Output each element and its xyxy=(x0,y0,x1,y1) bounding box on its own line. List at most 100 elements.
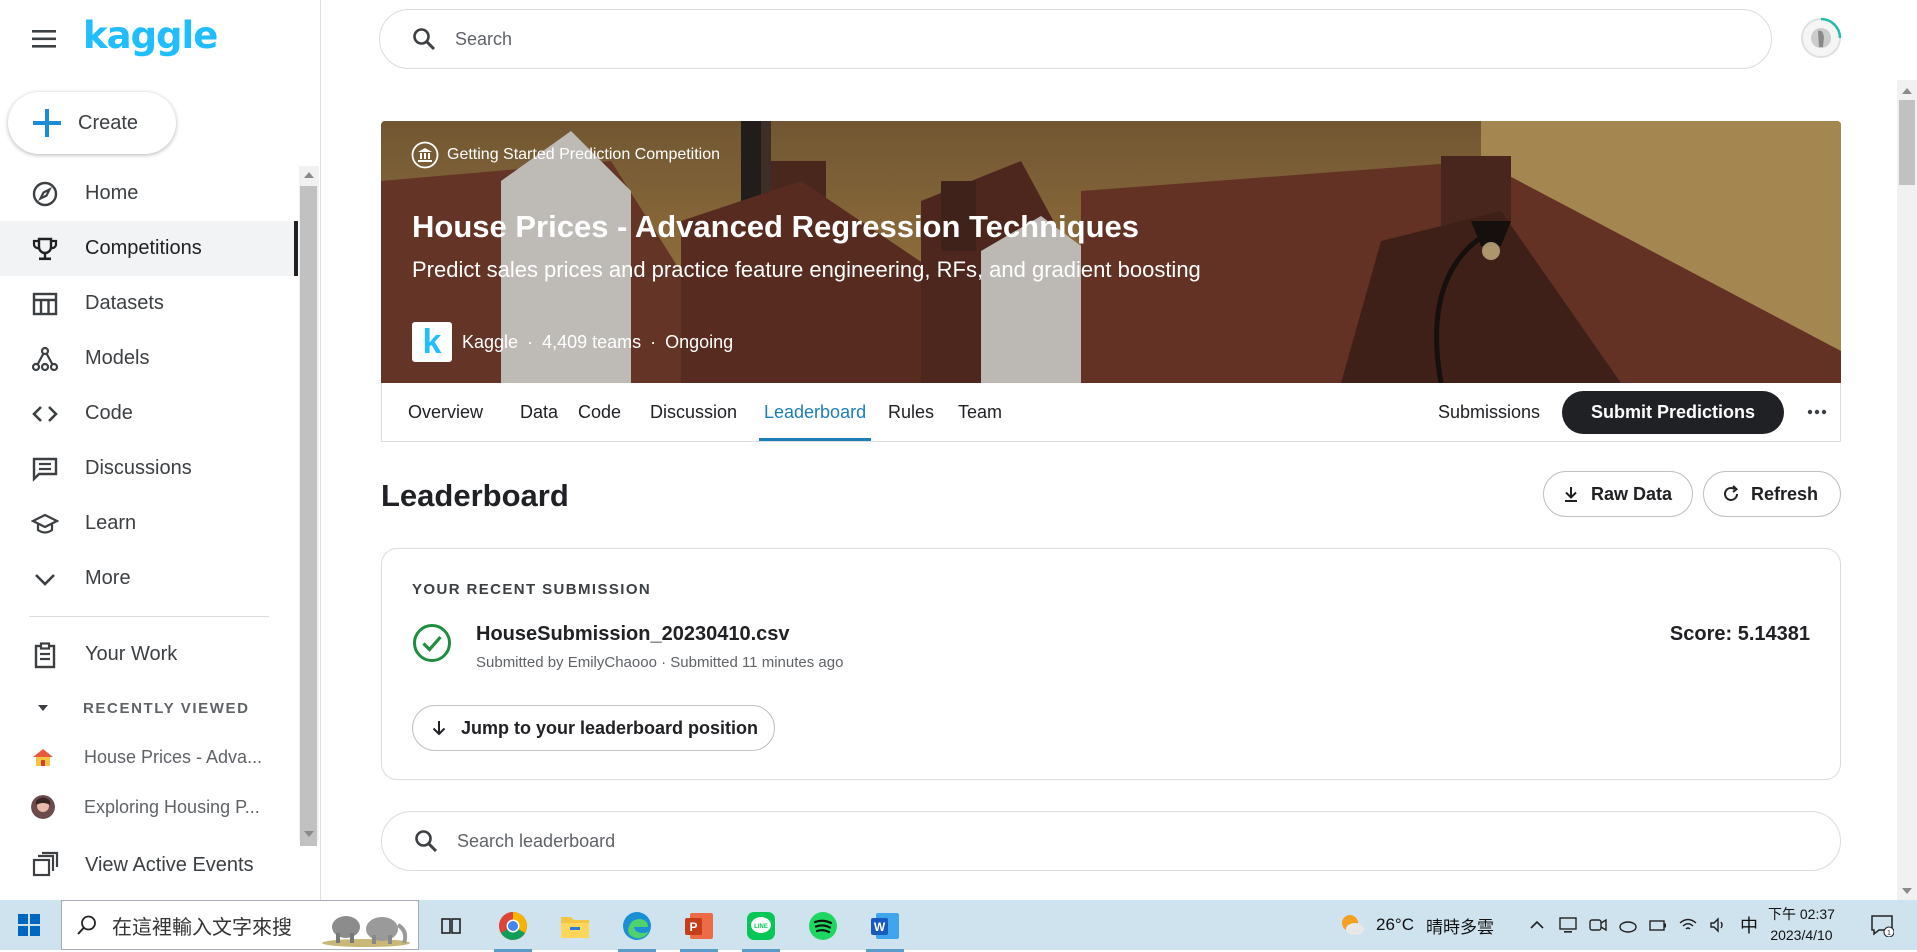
nav-item-your-work[interactable]: Your Work xyxy=(0,627,298,682)
display-icon[interactable] xyxy=(1558,915,1578,935)
submit-predictions-button[interactable]: Submit Predictions xyxy=(1562,391,1784,434)
user-avatar-thumbnail xyxy=(31,795,55,819)
scroll-down-arrow[interactable] xyxy=(304,831,314,837)
weather-temperature: 26°C xyxy=(1376,915,1414,934)
caret-down-icon xyxy=(38,705,48,711)
svg-text:LINE: LINE xyxy=(754,924,768,930)
wifi-icon[interactable] xyxy=(1678,915,1698,935)
main-content: Search Getting Started Prediction Compet… xyxy=(322,0,1917,900)
tab-leaderboard[interactable]: Leaderboard xyxy=(758,383,872,441)
ime-indicator[interactable]: 中 xyxy=(1740,912,1758,938)
sidebar-scrollbar[interactable] xyxy=(299,166,319,846)
scroll-up-arrow[interactable] xyxy=(304,172,314,178)
weather-description: 晴時多雲 xyxy=(1425,917,1494,937)
spotify-icon[interactable] xyxy=(800,907,846,945)
taskbar-search[interactable]: 在這裡輸入文字來搜 xyxy=(61,900,419,950)
code-icon xyxy=(32,405,58,422)
nav-label: Home xyxy=(85,182,139,204)
windows-taskbar: 在這裡輸入文字來搜 P LINE W 26°C 晴時多雲 中 下午 02:37 … xyxy=(0,900,1917,952)
edge-icon[interactable] xyxy=(614,907,660,952)
nav-item-discussions[interactable]: Discussions xyxy=(0,441,298,496)
battery-icon[interactable] xyxy=(1648,915,1668,935)
nav-item-more[interactable]: More xyxy=(0,551,298,606)
nav-item-models[interactable]: Models xyxy=(0,331,298,386)
raw-data-button[interactable]: Raw Data xyxy=(1543,471,1693,517)
nav-item-home[interactable]: Home xyxy=(0,166,298,221)
divider xyxy=(29,616,269,617)
host-name[interactable]: Kaggle xyxy=(462,332,518,353)
competition-type-tag: Getting Started Prediction Competition xyxy=(411,141,720,169)
view-active-events[interactable]: View Active Events xyxy=(0,840,298,890)
nav-item-code[interactable]: Code xyxy=(0,386,298,441)
powerpoint-icon[interactable]: P xyxy=(676,907,722,952)
scroll-thumb[interactable] xyxy=(1899,100,1915,185)
tab-discussion[interactable]: Discussion xyxy=(650,383,737,441)
meet-now-icon[interactable] xyxy=(1588,915,1608,935)
nav-item-competitions[interactable]: Competitions xyxy=(0,221,298,276)
submissions-link[interactable]: Submissions xyxy=(1438,383,1540,441)
nav-label: Competitions xyxy=(85,237,202,259)
file-explorer-icon[interactable] xyxy=(552,907,598,945)
refresh-button[interactable]: Refresh xyxy=(1703,471,1841,517)
global-search[interactable]: Search xyxy=(379,9,1772,69)
chrome-icon[interactable] xyxy=(490,907,536,952)
system-clock[interactable]: 下午 02:37 2023/4/10 xyxy=(1768,904,1835,946)
discussion-icon xyxy=(32,457,58,482)
line-icon[interactable]: LINE xyxy=(738,907,784,952)
weather-widget[interactable]: 26°C 晴時多雲 xyxy=(1338,900,1494,950)
scroll-thumb[interactable] xyxy=(300,186,317,846)
task-view-icon[interactable] xyxy=(428,907,474,945)
separator: · xyxy=(650,331,657,352)
page-scrollbar[interactable] xyxy=(1897,80,1917,900)
competition-status: Ongoing xyxy=(665,331,734,352)
svg-text:W: W xyxy=(874,920,886,934)
tab-rules[interactable]: Rules xyxy=(888,383,934,441)
nav-item-datasets[interactable]: Datasets xyxy=(0,276,298,331)
tab-data[interactable]: Data xyxy=(520,383,558,441)
kaggle-logo[interactable]: kaggle xyxy=(83,14,218,57)
tab-team[interactable]: Team xyxy=(958,383,1002,441)
recent-item[interactable]: Exploring Housing P... xyxy=(0,783,298,831)
leaderboard-search-placeholder: Search leaderboard xyxy=(457,830,616,851)
table-icon xyxy=(32,292,58,315)
search-icon xyxy=(413,28,436,51)
menu-icon[interactable] xyxy=(32,28,58,50)
team-count: 4,409 teams xyxy=(542,331,642,352)
notification-count: 1 xyxy=(1887,930,1891,937)
create-button[interactable]: Create xyxy=(8,92,176,154)
scroll-down-arrow[interactable] xyxy=(1902,888,1912,894)
volume-icon[interactable] xyxy=(1708,915,1728,935)
scroll-up-arrow[interactable] xyxy=(1902,88,1912,94)
submission-score: Score: 5.14381 xyxy=(1669,623,1810,645)
windows-start-icon[interactable] xyxy=(18,914,40,936)
notification-center-icon[interactable]: 1 xyxy=(1870,913,1894,937)
recently-viewed-heading[interactable]: RECENTLY VIEWED xyxy=(29,694,250,722)
leaderboard-search[interactable]: Search leaderboard xyxy=(381,811,1841,871)
jump-to-position-button[interactable]: Jump to your leaderboard position xyxy=(412,705,775,751)
plus-icon xyxy=(33,109,61,137)
word-icon[interactable]: W xyxy=(862,907,908,952)
raw-data-label: Raw Data xyxy=(1591,483,1673,504)
separator: · xyxy=(527,331,534,352)
tab-overview[interactable]: Overview xyxy=(408,383,483,441)
clock-date: 2023/4/10 xyxy=(1770,927,1833,943)
recent-submission-card: YOUR RECENT SUBMISSION HouseSubmission_2… xyxy=(381,548,1841,780)
more-options-icon[interactable] xyxy=(1800,395,1834,429)
nav-label: Your Work xyxy=(85,643,178,665)
search-icon xyxy=(415,830,438,853)
user-avatar[interactable] xyxy=(1801,17,1842,58)
chevron-up-icon[interactable] xyxy=(1528,916,1546,934)
house-thumbnail xyxy=(31,745,55,769)
download-icon xyxy=(1565,487,1577,502)
submission-filename[interactable]: HouseSubmission_20230410.csv xyxy=(476,623,790,646)
leaderboard-title: Leaderboard xyxy=(381,478,569,513)
recent-item[interactable]: House Prices - Adva... xyxy=(0,733,298,781)
competition-meta: k Kaggle · 4,409 teams · Ongoing xyxy=(412,322,733,362)
check-circle-icon xyxy=(413,624,451,662)
system-tray: 中 xyxy=(1528,900,1758,950)
onedrive-icon[interactable] xyxy=(1618,915,1638,935)
host-logo[interactable]: k xyxy=(412,322,452,362)
nav-label: Learn xyxy=(85,512,137,534)
nav-item-learn[interactable]: Learn xyxy=(0,496,298,551)
tab-code[interactable]: Code xyxy=(578,383,621,441)
